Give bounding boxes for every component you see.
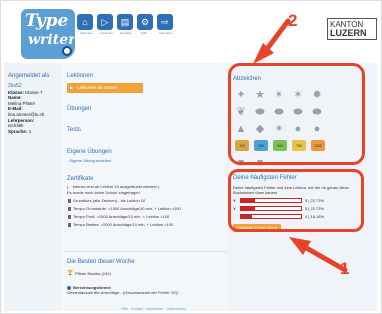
page: Type writer ⌂ ▷ ▤ ⚙ ⇨ Startseite Lektion… <box>0 0 382 314</box>
arrow-1-icon <box>289 237 348 273</box>
arrow-2-icon <box>253 18 291 64</box>
annotation-label-1: 1 <box>340 259 350 278</box>
footer-links[interactable]: Hilfe · Kontakt · Impressum · Datenschut… <box>121 307 186 311</box>
annotation-label-2: 2 <box>288 11 298 30</box>
annotation-arrows <box>253 18 348 273</box>
